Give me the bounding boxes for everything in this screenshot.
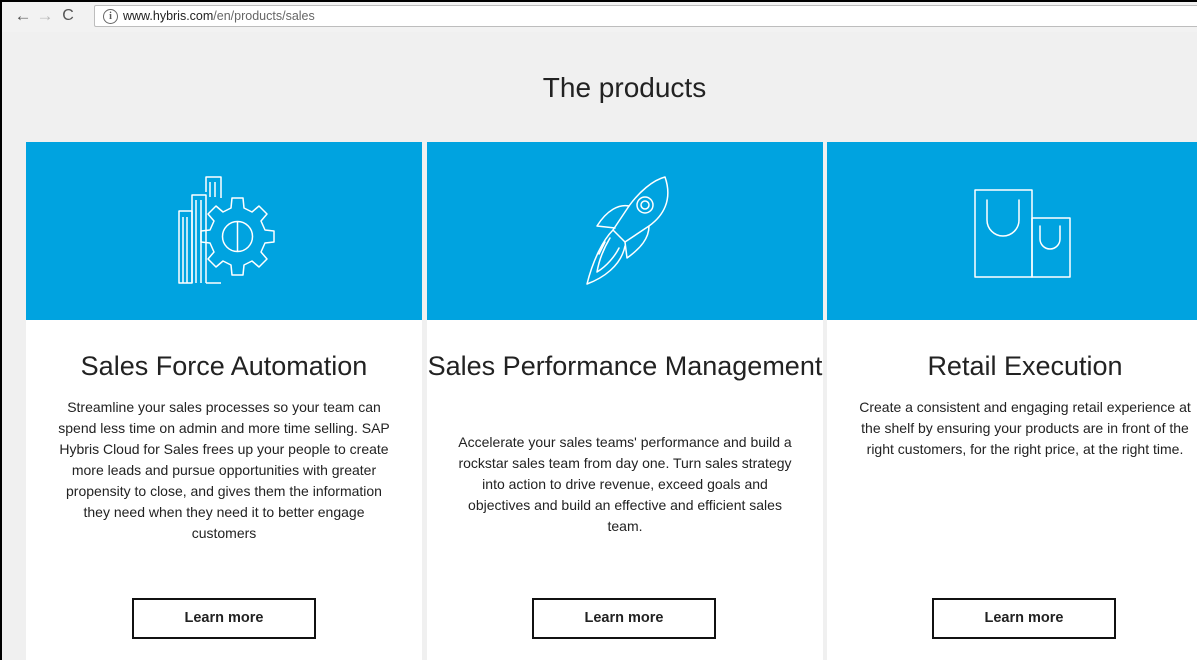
learn-more-button[interactable]: Learn more (532, 598, 716, 639)
card-title: Sales Force Automation (80, 351, 368, 381)
card-hero (26, 142, 422, 320)
browser-window: ← → C i www.hybris.com/en/products/sales… (0, 0, 1197, 660)
product-card-sales-performance-management: Sales Performance Management Accelerate … (427, 142, 823, 660)
card-hero (427, 142, 823, 320)
address-bar[interactable]: i www.hybris.com/en/products/sales (94, 5, 1197, 27)
learn-more-button[interactable]: Learn more (132, 598, 316, 639)
bar-chart-gear-icon (178, 176, 275, 284)
rocket-icon (586, 176, 669, 285)
back-arrow-icon[interactable]: ← (12, 4, 34, 28)
browser-toolbar: ← → C i www.hybris.com/en/products/sales (2, 2, 1197, 33)
info-icon[interactable]: i (103, 9, 118, 24)
learn-more-button[interactable]: Learn more (932, 598, 1116, 639)
card-description: Accelerate your sales teams' performance… (458, 434, 792, 534)
card-title: Sales Performance Management (427, 351, 823, 381)
forward-arrow-icon[interactable]: → (34, 4, 56, 28)
reload-icon[interactable]: C (57, 4, 79, 28)
page-title: The products (542, 72, 707, 103)
card-description: Create a consistent and engaging retail … (859, 399, 1191, 457)
page-content: The products Sales Force Automation Stre… (2, 32, 1197, 660)
url-text[interactable]: www.hybris.com/en/products/sales (123, 8, 315, 25)
url-domain: www.hybris.com (123, 9, 214, 23)
shopping-bags-icon (974, 189, 1071, 278)
card-hero (827, 142, 1197, 320)
product-card-retail-execution: Retail Execution Create a consistent and… (827, 142, 1197, 660)
url-path: /en/products/sales (213, 9, 315, 23)
card-description: Streamline your sales processes so your … (58, 399, 390, 541)
product-card-sales-force-automation: Sales Force Automation Streamline your s… (26, 142, 422, 660)
card-title: Retail Execution (927, 351, 1123, 381)
